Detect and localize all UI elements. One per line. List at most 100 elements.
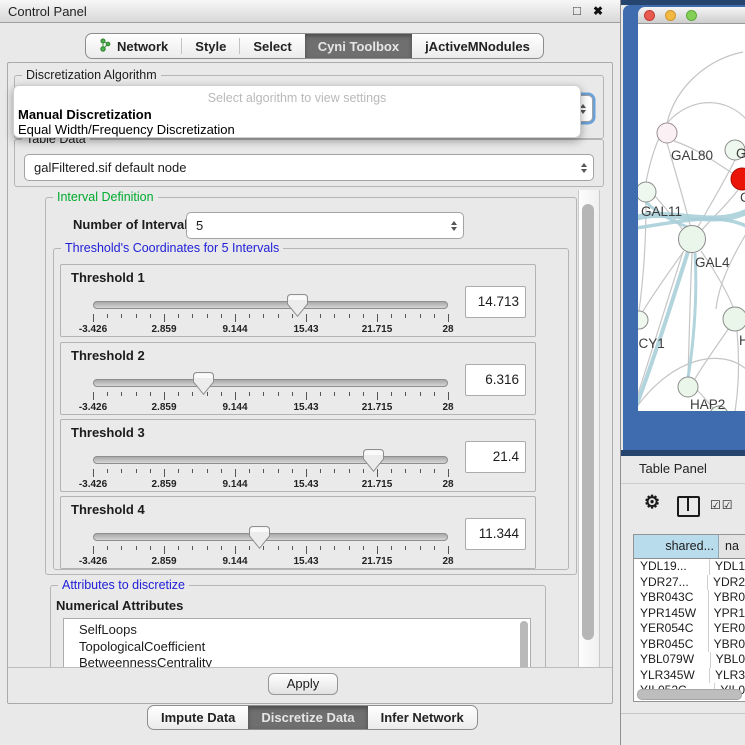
tab-network-label: Network <box>117 39 168 54</box>
list-scrollbar[interactable] <box>519 621 529 667</box>
network-node-label: GAL80 <box>671 148 713 163</box>
threshold-2-panel: Threshold 2 -3.4262.8599.14415.4321.71528… <box>60 342 536 415</box>
network-graph[interactable]: GAL80GACGAL11GAL4GCY1HHAP2 <box>638 24 745 411</box>
group-title: Discretization Algorithm <box>22 68 161 82</box>
network-edge[interactable] <box>735 331 738 411</box>
table-header-row: shared... na <box>634 535 745 559</box>
apply-row: Apply <box>8 667 612 703</box>
group-title: Interval Definition <box>53 190 158 204</box>
number-of-intervals-combobox[interactable]: 5 <box>186 212 464 239</box>
scrollbar-thumb[interactable] <box>582 204 594 640</box>
threshold-value-field[interactable]: 21.4 <box>465 441 526 473</box>
close-icon[interactable]: ✖ <box>593 4 603 18</box>
network-edge[interactable] <box>667 103 745 123</box>
divider <box>621 483 745 484</box>
close-traffic-light[interactable] <box>644 10 655 21</box>
threshold-label: Threshold 1 <box>71 270 145 285</box>
network-node-label: HAP2 <box>690 397 725 411</box>
network-node[interactable] <box>638 311 648 329</box>
zoom-traffic-light[interactable] <box>686 10 697 21</box>
network-node[interactable] <box>638 182 656 202</box>
slider-tick-labels: -3.4262.8599.14415.4321.71528 <box>93 324 448 335</box>
threshold-slider[interactable]: -3.4262.8599.14415.4321.71528 <box>93 533 448 567</box>
numerical-attributes-list[interactable]: SelfLoops TopologicalCoefficient Between… <box>63 618 531 667</box>
table-row[interactable]: YDR27...YDR2 <box>634 575 745 591</box>
threshold-value-field[interactable]: 11.344 <box>465 518 526 550</box>
thresholds-group: Threshold's Coordinates for 5 Intervals … <box>53 248 569 570</box>
network-node[interactable] <box>679 226 706 253</box>
select-columns-icon[interactable]: ☑☑ <box>710 498 734 512</box>
gear-icon[interactable]: ⚙ <box>644 492 660 513</box>
tab-discretize-data[interactable]: Discretize Data <box>248 706 367 729</box>
slider-track[interactable] <box>93 456 448 464</box>
group-title: Attributes to discretize <box>58 578 189 592</box>
slider-ticks <box>93 546 448 555</box>
tab-select[interactable]: Select <box>240 34 304 58</box>
dropdown-option-manual[interactable]: Manual Discretization <box>18 107 152 122</box>
tab-network[interactable]: Network <box>86 34 181 58</box>
table-row[interactable]: YLR345WYLR3 <box>634 668 745 684</box>
window-frame-divider <box>621 450 745 456</box>
list-item[interactable]: BetweennessCentrality <box>64 655 530 667</box>
table-row[interactable]: YBR043CYBR0 <box>634 590 745 606</box>
table-row[interactable]: YER054CYER0 <box>634 621 745 637</box>
slider-track[interactable] <box>93 533 448 541</box>
attributes-group: Attributes to discretize Numerical Attri… <box>50 585 546 667</box>
top-tabbar: Network Style Select Cyni Toolbox jActiv… <box>85 33 544 59</box>
table-row[interactable]: YBR045CYBR0 <box>634 637 745 653</box>
panel-title: Control Panel <box>8 4 87 19</box>
tab-style[interactable]: Style <box>182 34 239 58</box>
apply-button[interactable]: Apply <box>268 673 338 695</box>
list-item[interactable]: TopologicalCoefficient <box>64 639 530 656</box>
network-edge[interactable] <box>646 138 659 182</box>
interval-definition-group: Interval Definition Number of Intervals … <box>45 197 577 575</box>
slider-track[interactable] <box>93 379 448 387</box>
column-header-name[interactable]: na <box>719 535 745 558</box>
network-node[interactable] <box>731 168 745 190</box>
control-panel-titlebar: Control Panel □ ✖ <box>0 0 620 23</box>
threshold-value-field[interactable]: 14.713 <box>465 286 526 318</box>
algorithm-dropdown-popup: Select algorithm to view settings Manual… <box>13 85 581 138</box>
split-view-icon[interactable] <box>677 496 700 517</box>
network-node-label: GAL11 <box>641 204 682 219</box>
threshold-label: Threshold 3 <box>71 425 145 440</box>
threshold-label: Threshold 2 <box>71 348 145 363</box>
network-window: GAL80GACGAL11GAL4GCY1HHAP2 <box>623 5 745 450</box>
dropdown-option-equal-width[interactable]: Equal Width/Frequency Discretization <box>18 122 235 137</box>
number-of-intervals-label: Number of Intervals <box>73 217 195 232</box>
threshold-slider[interactable]: -3.4262.8599.14415.4321.71528 <box>93 301 448 335</box>
tab-jactivemnodules[interactable]: jActiveMNodules <box>412 34 543 58</box>
network-node[interactable] <box>723 307 745 331</box>
network-canvas[interactable]: GAL80GACGAL11GAL4GCY1HHAP2 <box>638 24 745 411</box>
network-node[interactable] <box>657 123 677 143</box>
table-data-combobox[interactable]: galFiltered.sif default node <box>24 154 594 181</box>
tab-infer-network[interactable]: Infer Network <box>368 706 477 729</box>
network-edge[interactable] <box>688 253 696 378</box>
minimize-traffic-light[interactable] <box>665 10 676 21</box>
node-table: shared... na YDL19...YDL1 YDR27...YDR2 Y… <box>633 534 745 702</box>
column-header-shared-name[interactable]: shared... <box>634 535 719 558</box>
network-window-titlebar[interactable] <box>638 7 745 24</box>
threshold-value-field[interactable]: 6.316 <box>465 364 526 396</box>
list-item[interactable]: SelfLoops <box>64 619 530 639</box>
float-window-icon[interactable]: □ <box>573 3 581 18</box>
panel-scrollbar[interactable] <box>578 190 600 667</box>
table-data-group: Table Data galFiltered.sif default node <box>14 139 604 187</box>
table-row[interactable]: YPR145WYPR1 <box>634 606 745 622</box>
threshold-1-panel: Threshold 1 -3.4262.8599.14415.4321.71528… <box>60 264 536 337</box>
threshold-slider[interactable]: -3.4262.8599.14415.4321.71528 <box>93 379 448 413</box>
slider-ticks <box>93 469 448 478</box>
network-edge[interactable] <box>716 234 745 309</box>
table-row[interactable]: YBL079WYBL0 <box>634 652 745 668</box>
table-row[interactable]: YDL19...YDL1 <box>634 559 745 575</box>
network-edge[interactable] <box>695 328 729 379</box>
scrollbar-thumb[interactable] <box>637 689 742 700</box>
slider-track[interactable] <box>93 301 448 309</box>
slider-ticks <box>93 314 448 323</box>
tab-cyni-toolbox[interactable]: Cyni Toolbox <box>305 34 412 58</box>
threshold-slider[interactable]: -3.4262.8599.14415.4321.71528 <box>93 456 448 490</box>
table-horizontal-scrollbar[interactable] <box>636 689 743 698</box>
tab-impute-data[interactable]: Impute Data <box>148 706 248 729</box>
network-node[interactable] <box>678 377 698 397</box>
threshold-4-panel: Threshold 4-3.4262.8599.14415.4321.71528… <box>60 496 536 569</box>
